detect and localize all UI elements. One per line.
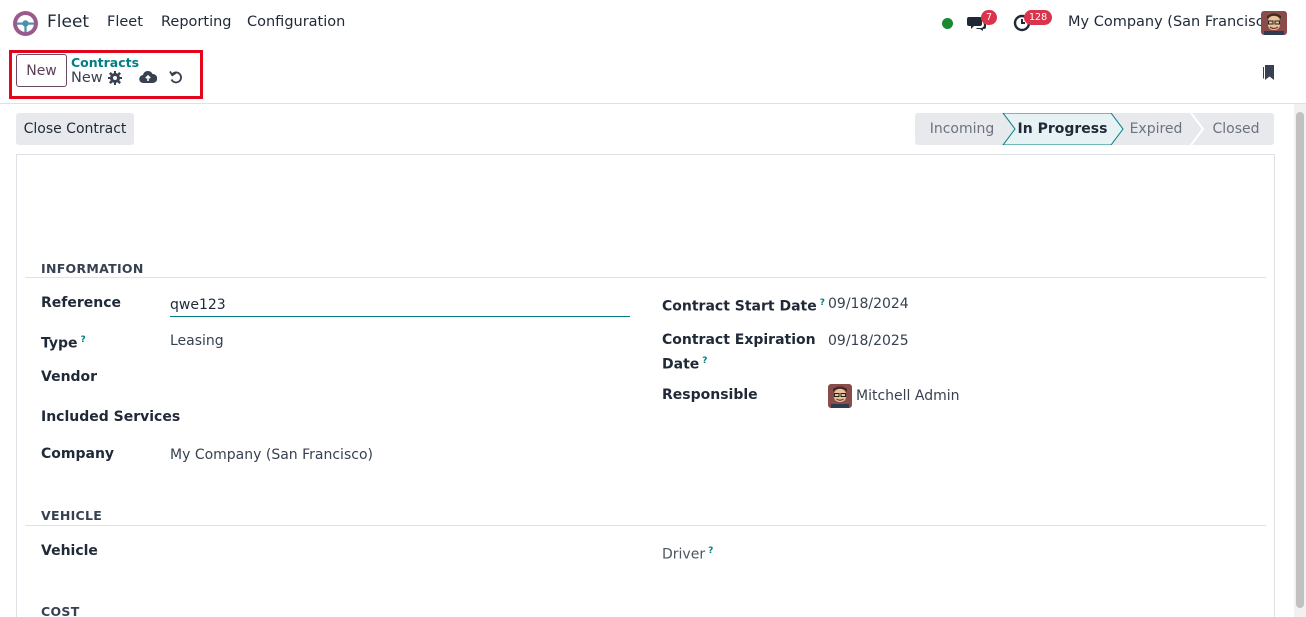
reference-label: Reference [41,295,122,311]
help-tooltip-icon[interactable]: ? [708,546,713,556]
help-tooltip-icon[interactable]: ? [820,298,825,308]
undo-discard-icon[interactable] [169,70,183,84]
help-tooltip-icon[interactable]: ? [702,356,707,366]
included-services-label: Included Services [41,409,181,425]
messages-badge: 7 [981,10,998,25]
type-label-text: Type [41,335,78,352]
gear-icon[interactable] [108,71,122,85]
stage-expired[interactable]: Expired [1119,113,1193,145]
contract-start-date-label: Contract Start Date? [662,293,825,318]
included-services-input[interactable] [170,405,630,429]
reference-input[interactable] [170,293,630,317]
vehicle-input[interactable] [170,540,630,564]
control-panel: New Contracts New [0,46,1306,104]
section-title-information: INFORMATION [41,261,144,276]
section-divider [25,525,1266,526]
contract-expiration-date-label-line1: Contract Expiration [662,332,816,348]
vendor-label: Vendor [41,369,98,385]
driver-label-text: Driver [662,546,706,563]
section-title-vehicle: VEHICLE [41,508,103,523]
online-status-dot [942,18,953,29]
vendor-input[interactable] [170,366,630,390]
cloud-upload-icon[interactable] [139,70,157,84]
company-label: Company [41,446,115,462]
scrollbar-thumb[interactable] [1296,112,1304,608]
menu-fleet[interactable]: Fleet [107,14,143,30]
driver-label: Driver? [662,541,713,566]
contract-expiration-date-value[interactable]: 09/18/2025 [828,333,909,349]
contract-expiration-date-label-line2: Date? [662,351,708,376]
type-label: Type? [41,330,86,355]
contract-expiration-date-label-text: Date [662,356,700,373]
type-value[interactable]: Leasing [170,333,224,349]
user-avatar[interactable] [1261,11,1287,35]
company-switcher[interactable]: My Company (San Francisco) [1068,14,1278,30]
breadcrumb-current: New [71,70,103,86]
section-divider [25,277,1266,278]
menu-reporting[interactable]: Reporting [161,14,232,30]
responsible-avatar [828,384,852,408]
responsible-label: Responsible [662,387,758,403]
close-contract-button[interactable]: Close Contract [16,113,134,145]
menu-configuration[interactable]: Configuration [247,14,345,30]
app-name[interactable]: Fleet [47,12,89,32]
stage-incoming[interactable]: Incoming [915,113,1009,145]
help-tooltip-icon[interactable]: ? [81,335,86,345]
bookmark-icon[interactable] [1262,63,1276,81]
stage-closed[interactable]: Closed [1199,113,1273,145]
new-record-button[interactable]: New [16,54,67,87]
contract-start-date-value[interactable]: 09/18/2024 [828,296,909,312]
section-title-cost: COST [41,604,80,617]
vehicle-label: Vehicle [41,543,98,559]
contract-statusbar: Incoming In Progress Expired Closed [915,113,1274,145]
fleet-app-icon[interactable] [12,10,39,37]
top-navbar: Fleet Fleet Reporting Configuration 7 12… [0,0,1306,46]
contract-start-date-label-text: Contract Start Date [662,298,817,315]
responsible-value[interactable]: Mitchell Admin [856,388,960,404]
stage-in-progress[interactable]: In Progress [1013,113,1112,145]
company-value[interactable]: My Company (San Francisco) [170,447,373,463]
breadcrumb-contracts-link[interactable]: Contracts [71,55,139,70]
activities-badge: 128 [1024,10,1053,25]
